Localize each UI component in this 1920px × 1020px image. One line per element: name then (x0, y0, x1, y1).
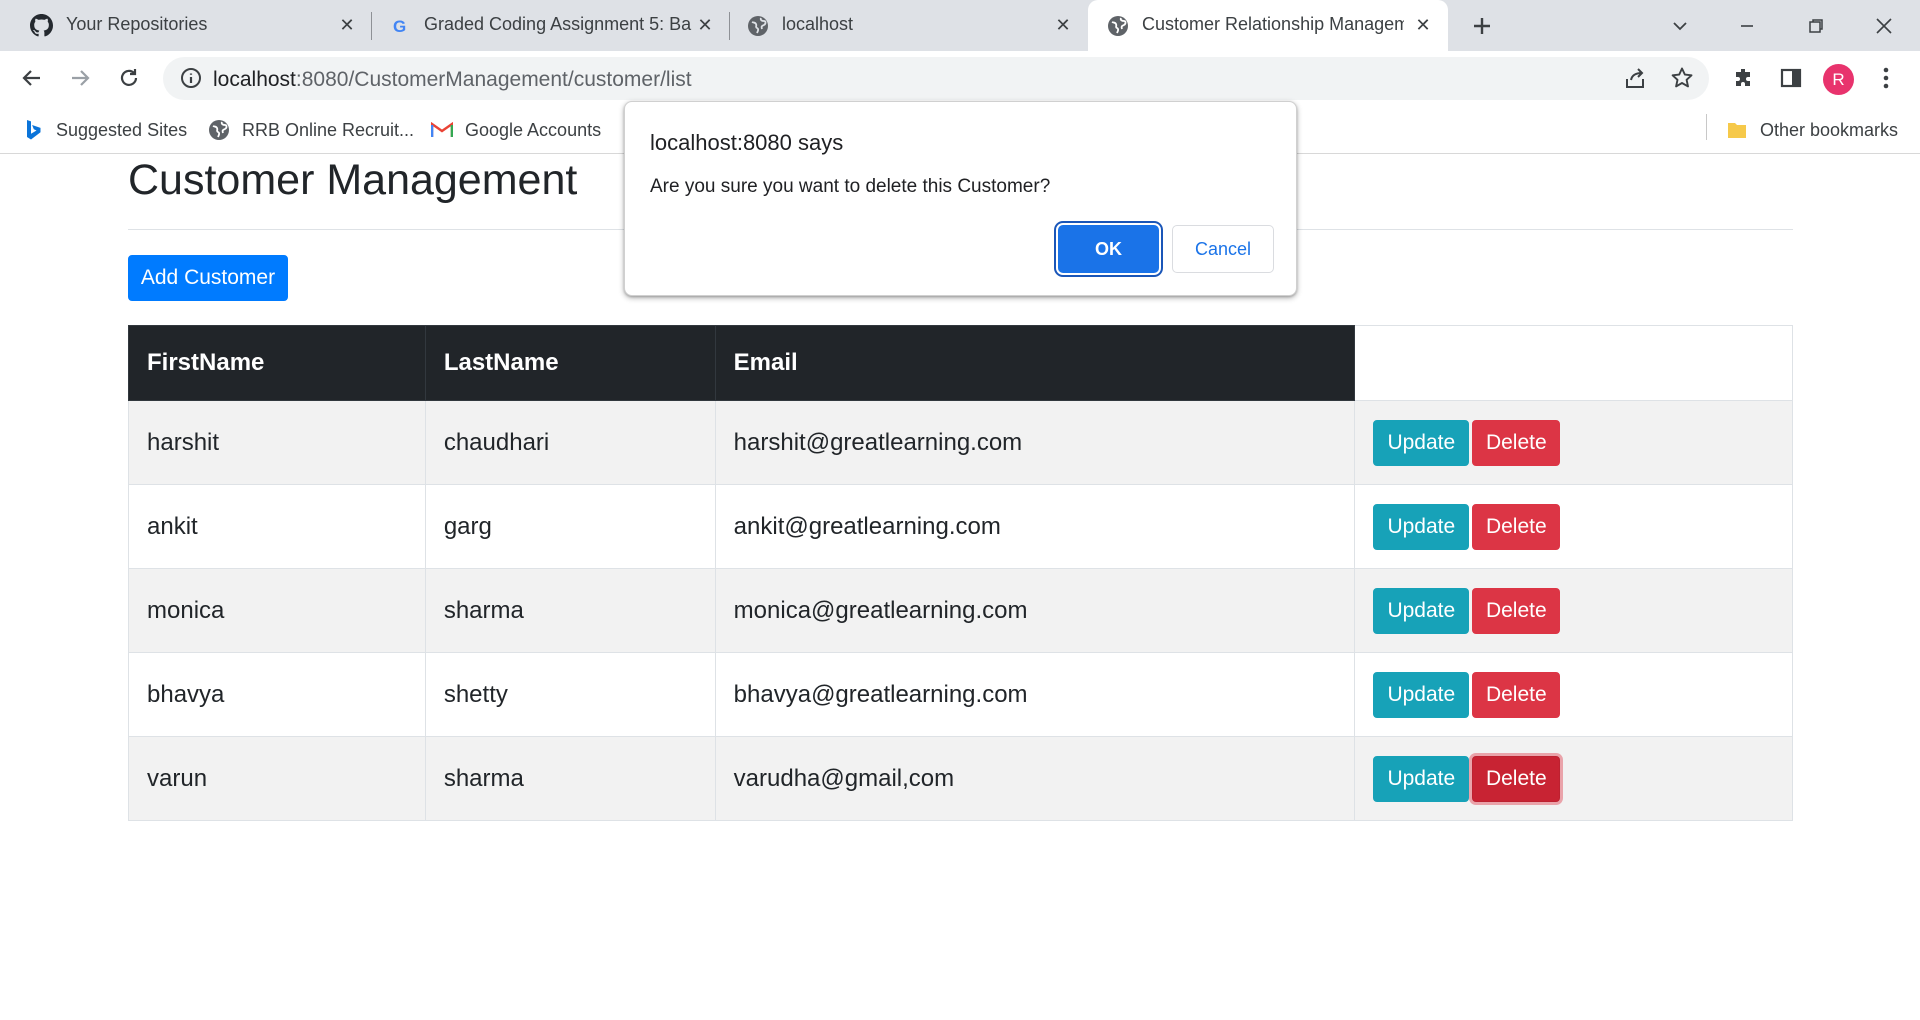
cell-firstname: monica (128, 568, 426, 653)
tab-customer-relationship[interactable]: Customer Relationship Managem ✕ (1088, 0, 1448, 51)
tab-title: Customer Relationship Managem (1142, 14, 1404, 34)
forward-icon[interactable] (62, 60, 98, 96)
tab-search-chevron-icon[interactable] (1662, 8, 1698, 44)
table-row: monica sharma monica@greatlearning.com U… (128, 568, 1793, 653)
cell-firstname: harshit (128, 400, 426, 485)
url-path: :8080/CustomerManagement/customer/list (295, 68, 692, 91)
new-tab-icon[interactable] (1466, 10, 1498, 42)
bookmark-label: Google Accounts (465, 119, 602, 140)
back-icon[interactable] (14, 60, 50, 96)
delete-button[interactable]: Delete (1472, 587, 1561, 634)
cell-email: harshit@greatlearning.com (714, 400, 1356, 485)
extensions-icon[interactable] (1726, 60, 1762, 96)
tab-title: localhost (782, 14, 854, 34)
cell-email: bhavya@greatlearning.com (714, 652, 1356, 737)
globe-icon (1106, 14, 1129, 37)
update-button[interactable]: Update (1373, 671, 1470, 718)
tab-title: Graded Coding Assignment 5: Ba (424, 14, 692, 34)
cancel-button[interactable]: Cancel (1172, 225, 1274, 273)
column-header-email: Email (714, 325, 1356, 401)
bookmark-google-accounts[interactable]: Google Accounts (431, 116, 601, 144)
delete-button[interactable]: Delete (1472, 671, 1561, 718)
share-icon[interactable] (1623, 67, 1647, 96)
bookmark-star-icon[interactable] (1670, 66, 1694, 95)
site-info-icon[interactable] (180, 67, 202, 94)
page-title: Customer Management (128, 156, 578, 204)
update-button[interactable]: Update (1373, 587, 1470, 634)
delete-button[interactable]: Delete (1472, 503, 1561, 550)
cell-lastname: sharma (424, 568, 716, 653)
add-customer-button[interactable]: Add Customer (128, 255, 288, 301)
column-header-lastname: LastName (424, 325, 716, 401)
table-row: ankit garg ankit@greatlearning.com Updat… (128, 484, 1793, 569)
tab-title: Your Repositories (66, 14, 208, 34)
column-header-actions (1354, 325, 1793, 401)
update-button[interactable]: Update (1373, 755, 1470, 802)
url-text: localhost:8080/CustomerManagement/custom… (213, 68, 692, 92)
cell-lastname: shetty (424, 652, 716, 737)
close-icon[interactable]: ✕ (334, 12, 360, 38)
cell-actions: Update Delete (1354, 400, 1793, 485)
google-icon: G (388, 14, 411, 37)
cell-firstname: bhavya (128, 652, 426, 737)
cell-actions: Update Delete (1354, 736, 1793, 821)
cell-lastname: garg (424, 484, 716, 569)
globe-icon (746, 14, 769, 37)
cell-actions: Update Delete (1354, 568, 1793, 653)
globe-icon (208, 119, 230, 141)
customer-table: FirstName LastName Email harshit chaudha… (128, 325, 1793, 821)
cell-lastname: sharma (424, 736, 716, 821)
update-button[interactable]: Update (1373, 503, 1470, 550)
browser-toolbar: localhost:8080/CustomerManagement/custom… (0, 51, 1920, 106)
bookmark-rrb[interactable]: RRB Online Recruit... (208, 116, 414, 144)
url-host: localhost (213, 68, 296, 91)
tab-your-repositories[interactable]: Your Repositories ✕ (0, 0, 370, 51)
cell-actions: Update Delete (1354, 652, 1793, 737)
cell-lastname: chaudhari (424, 400, 716, 485)
column-header-firstname: FirstName (128, 325, 426, 401)
folder-icon (1726, 119, 1748, 141)
update-button[interactable]: Update (1373, 419, 1470, 466)
cell-actions: Update Delete (1354, 484, 1793, 569)
cell-email: monica@greatlearning.com (714, 568, 1356, 653)
close-icon[interactable]: ✕ (1410, 12, 1436, 38)
side-panel-icon[interactable] (1773, 60, 1809, 96)
other-bookmarks[interactable]: Other bookmarks (1726, 116, 1898, 144)
window-close-icon[interactable] (1866, 8, 1902, 44)
table-header-row: FirstName LastName Email (128, 325, 1793, 401)
tab-localhost[interactable]: localhost ✕ (716, 0, 1086, 51)
bookmark-label: RRB Online Recruit... (242, 119, 415, 140)
svg-text:G: G (393, 17, 406, 36)
github-icon (30, 14, 53, 37)
address-bar[interactable]: localhost:8080/CustomerManagement/custom… (163, 57, 1709, 100)
cell-firstname: ankit (128, 484, 426, 569)
dialog-message: Are you sure you want to delete this Cus… (650, 176, 1051, 197)
table-row: varun sharma varudha@gmail,com Update Del… (128, 736, 1793, 821)
minimize-icon[interactable] (1729, 8, 1765, 44)
bing-icon (22, 119, 44, 141)
profile-avatar[interactable]: R (1823, 64, 1854, 95)
confirm-dialog: localhost:8080 says Are you sure you wan… (624, 101, 1297, 296)
bookmark-suggested-sites[interactable]: Suggested Sites (22, 116, 187, 144)
cell-firstname: varun (128, 736, 426, 821)
dialog-title: localhost:8080 says (650, 130, 844, 155)
bookmark-label: Suggested Sites (56, 119, 188, 140)
gmail-icon (431, 119, 453, 141)
restore-icon[interactable] (1798, 8, 1834, 44)
delete-button[interactable]: Delete (1472, 419, 1561, 466)
close-icon[interactable]: ✕ (1050, 12, 1076, 38)
cell-email: ankit@greatlearning.com (714, 484, 1356, 569)
cell-email: varudha@gmail,com (714, 736, 1356, 821)
tab-strip: Your Repositories ✕ G Graded Coding Assi… (0, 0, 1920, 51)
ok-button[interactable]: OK (1058, 225, 1159, 273)
bookmarks-divider (1706, 114, 1707, 140)
close-icon[interactable]: ✕ (692, 12, 718, 38)
menu-kebab-icon[interactable] (1868, 60, 1904, 96)
reload-icon[interactable] (111, 60, 147, 96)
delete-button[interactable]: Delete (1472, 755, 1561, 802)
table-row: bhavya shetty bhavya@greatlearning.com U… (128, 652, 1793, 737)
table-row: harshit chaudhari harshit@greatlearning.… (128, 400, 1793, 485)
other-bookmarks-label: Other bookmarks (1760, 119, 1899, 140)
tab-graded-coding[interactable]: G Graded Coding Assignment 5: Ba ✕ (358, 0, 728, 51)
